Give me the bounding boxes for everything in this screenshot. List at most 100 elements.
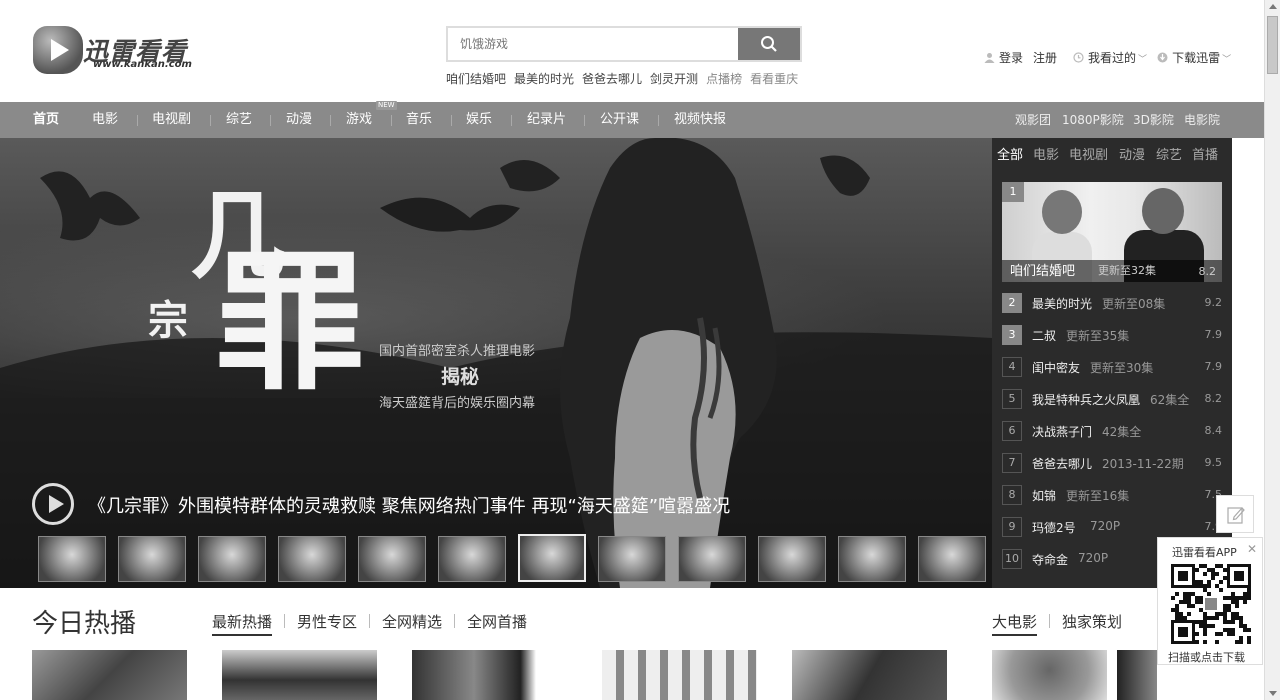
login-link[interactable]: 登录	[984, 49, 1023, 66]
nav-tv[interactable]: 电视剧	[152, 102, 191, 138]
nav-movie[interactable]: 电影	[92, 102, 118, 138]
nav-divider	[451, 115, 452, 126]
hot-word-link[interactable]: 爸爸去哪儿	[582, 72, 642, 86]
hero-thumbnail[interactable]	[278, 536, 346, 582]
nav-documentary[interactable]: 纪录片	[527, 102, 566, 138]
hero-thumbnail[interactable]	[678, 536, 746, 582]
nav-divider	[511, 115, 512, 126]
tab-big-movie[interactable]: 大电影	[992, 611, 1038, 636]
feedback-button[interactable]	[1216, 495, 1254, 533]
nav-viewing-group[interactable]: 观影团	[1015, 102, 1051, 138]
rank-title: 二叔	[1032, 329, 1057, 343]
hot-word-link[interactable]: 看看重庆	[750, 72, 798, 86]
tab-exclusive[interactable]: 独家策划	[1062, 611, 1122, 632]
rank-number: 2	[1002, 293, 1022, 313]
hero-banner[interactable]: 几 宗 罪 国内首部密室杀人推理电影 揭秘 海天盛筵背后的娱乐圈内幕 《几宗罪》…	[0, 138, 992, 588]
nav-variety[interactable]: 综艺	[226, 102, 252, 138]
ranking-row[interactable]: 5 我是特种兵之火凤凰 62集全 8.2	[1002, 389, 1222, 409]
rank-tab-movie[interactable]: 电影	[1033, 144, 1059, 163]
nav-music[interactable]: 音乐	[406, 102, 432, 138]
nav-anime[interactable]: 动漫	[286, 102, 312, 138]
nav-3d[interactable]: 3D影院	[1133, 102, 1174, 138]
ranking-row[interactable]: 4 闺中密友 更新至30集 7.9	[1002, 357, 1222, 377]
scroll-up-arrow[interactable]	[1269, 4, 1277, 9]
hero-thumbnail[interactable]	[38, 536, 106, 582]
logo-play-icon	[33, 26, 83, 74]
hero-thumbnail[interactable]	[918, 536, 986, 582]
nav-entertainment[interactable]: 娱乐	[466, 102, 492, 138]
hero-caption[interactable]: 《几宗罪》外围模特群体的灵魂救赎 聚焦网络热门事件 再现“海天盛筵”喧嚣盛况	[88, 492, 730, 518]
rank-update: 720P	[1078, 551, 1109, 565]
hero-thumbnail[interactable]	[358, 536, 426, 582]
rank-update: 更新至16集	[1066, 489, 1130, 503]
ranking-row[interactable]: 7 爸爸去哪儿 2013-11-22期 9.5	[1002, 453, 1222, 473]
bat-silhouettes	[0, 155, 992, 588]
rank-tab-all[interactable]: 全部	[997, 144, 1023, 163]
nav-divider	[270, 115, 271, 126]
ranking-row[interactable]: 3 二叔 更新至35集 7.9	[1002, 325, 1222, 345]
rank-number: 10	[1002, 549, 1022, 569]
tab-first-run[interactable]: 全网首播	[467, 611, 527, 632]
rank-tab-premiere[interactable]: 首播	[1192, 144, 1218, 163]
video-card[interactable]	[792, 650, 947, 700]
ranking-row[interactable]: 2 最美的时光 更新至08集 9.2	[1002, 293, 1222, 313]
hot-word-link[interactable]: 剑灵开测	[650, 72, 698, 86]
rank-tab-variety[interactable]: 综艺	[1156, 144, 1182, 163]
video-card[interactable]	[32, 650, 187, 700]
qr-code[interactable]	[1171, 564, 1251, 644]
rank-number: 3	[1002, 325, 1022, 345]
video-card[interactable]	[412, 650, 567, 700]
nav-divider	[137, 115, 138, 126]
nav-cinema[interactable]: 电影院	[1184, 102, 1220, 138]
video-card[interactable]	[1117, 650, 1157, 700]
ranking-row[interactable]: 9 玛德2号 720P 7.9	[1002, 517, 1222, 537]
app-download-box[interactable]: 迅雷看看APP ✕ 扫描或点击下载	[1157, 537, 1263, 665]
play-icon[interactable]	[32, 483, 74, 525]
tab-latest-hot[interactable]: 最新热播	[212, 611, 273, 636]
scrollbar-thumb[interactable]	[1267, 16, 1278, 74]
hot-word-link[interactable]: 咱们结婚吧	[446, 72, 506, 86]
video-card[interactable]	[992, 650, 1107, 700]
featured-score: 8.2	[1198, 265, 1217, 278]
tab-selected[interactable]: 全网精选	[382, 611, 442, 632]
featured-image-part	[1042, 190, 1082, 234]
video-card[interactable]	[222, 650, 377, 700]
ranking-row[interactable]: 6 决战燕子门 42集全 8.4	[1002, 421, 1222, 441]
page: 迅雷看看 www.kankan.com 咱们结婚吧最美的时光爸爸去哪儿剑灵开测点…	[0, 0, 1280, 700]
rank-score: 9.5	[1204, 456, 1223, 469]
rank-update: 720P	[1090, 519, 1121, 533]
search-button[interactable]	[738, 28, 800, 60]
history-label: 我看过的	[1088, 51, 1137, 65]
hero-thumbnail[interactable]	[438, 536, 506, 582]
register-link[interactable]: 注册	[1033, 49, 1057, 66]
hero-thumbnail[interactable]	[838, 536, 906, 582]
hero-thumbnail[interactable]	[598, 536, 666, 582]
rank-tab-anime[interactable]: 动漫	[1119, 144, 1145, 163]
new-badge: NEW	[376, 101, 397, 110]
ranking-row[interactable]: 8 如锦 更新至16集 7.5	[1002, 485, 1222, 505]
hot-word-link[interactable]: 点播榜	[706, 72, 742, 86]
hero-thumbnail[interactable]	[198, 536, 266, 582]
nav-divider	[210, 115, 211, 126]
download-dropdown[interactable]: 下载迅雷 ﹀	[1157, 49, 1231, 66]
nav-games[interactable]: 游戏	[346, 102, 372, 138]
scrollbar[interactable]	[1264, 0, 1280, 700]
hero-thumbnail[interactable]	[118, 536, 186, 582]
rank-score: 7.9	[1204, 328, 1223, 341]
rank-tab-tv[interactable]: 电视剧	[1069, 144, 1108, 163]
tab-male-zone[interactable]: 男性专区	[297, 611, 357, 632]
close-icon[interactable]: ✕	[1247, 542, 1257, 556]
nav-1080p[interactable]: 1080P影院	[1062, 102, 1124, 138]
search-input[interactable]	[448, 28, 738, 60]
video-card[interactable]	[602, 650, 757, 700]
nav-video-news[interactable]: 视频快报	[674, 102, 726, 138]
nav-home[interactable]: 首页	[33, 102, 59, 138]
hot-word-link[interactable]: 最美的时光	[514, 72, 574, 86]
history-dropdown[interactable]: 我看过的 ﹀	[1073, 49, 1147, 66]
hero-thumbnail[interactable]	[518, 534, 586, 582]
nav-open-course[interactable]: 公开课	[600, 102, 639, 138]
hero-thumbnail[interactable]	[758, 536, 826, 582]
scroll-down-arrow[interactable]	[1269, 691, 1277, 696]
logo[interactable]: 迅雷看看 www.kankan.com	[33, 26, 203, 76]
ranking-featured[interactable]: 1 咱们结婚吧 更新至32集 8.2	[1002, 182, 1222, 282]
